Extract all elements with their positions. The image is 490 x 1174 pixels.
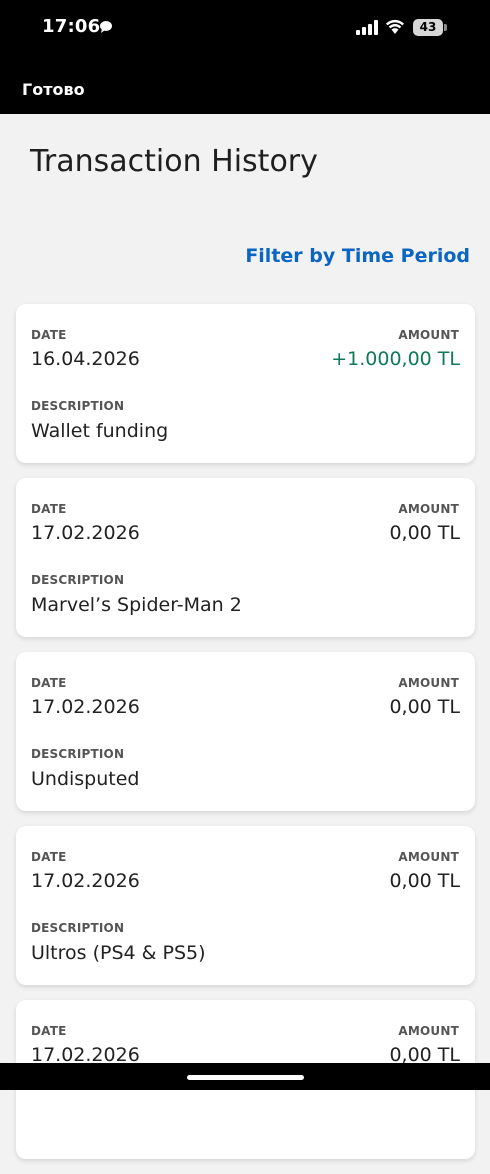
- description-value: Undisputed: [31, 768, 140, 790]
- date-label: DATE: [31, 676, 67, 690]
- description-label: DESCRIPTION: [31, 747, 125, 761]
- date-value: 16.04.2026: [31, 348, 140, 370]
- amount-label: AMOUNT: [398, 676, 459, 690]
- cellular-signal-icon: [356, 20, 378, 35]
- home-indicator[interactable]: [187, 1075, 304, 1080]
- filter-by-time-period-link[interactable]: Filter by Time Period: [245, 245, 470, 267]
- date-label: DATE: [31, 502, 67, 516]
- transaction-list: DATE 16.04.2026 AMOUNT +1.000,00 TL DESC…: [16, 304, 475, 1174]
- amount-label: AMOUNT: [398, 328, 459, 342]
- description-value: Marvel’s Spider-Man 2: [31, 594, 242, 616]
- transaction-card[interactable]: DATE 17.02.2026 AMOUNT 0,00 TL DESCRIPTI…: [16, 478, 475, 637]
- battery-tip: [444, 24, 447, 31]
- date-value: 17.02.2026: [31, 870, 140, 892]
- date-label: DATE: [31, 850, 67, 864]
- description-value: Ultros (PS4 & PS5): [31, 942, 206, 964]
- description-label: DESCRIPTION: [31, 573, 125, 587]
- message-bubble-icon: [100, 21, 112, 33]
- status-time: 17:06: [42, 16, 101, 37]
- amount-value: 0,00 TL: [389, 696, 460, 718]
- amount-label: AMOUNT: [398, 502, 459, 516]
- battery-icon: 43: [413, 19, 443, 36]
- description-label: DESCRIPTION: [31, 921, 125, 935]
- transaction-card[interactable]: DATE 17.02.2026 AMOUNT 0,00 TL DESCRIPTI…: [16, 826, 475, 985]
- transaction-card[interactable]: DATE 17.02.2026 AMOUNT 0,00 TL DESCRIPTI…: [16, 652, 475, 811]
- nav-bar: Готово: [0, 58, 490, 114]
- status-bar: 17:06 43: [0, 0, 490, 58]
- amount-label: AMOUNT: [398, 850, 459, 864]
- amount-value: +1.000,00 TL: [331, 348, 460, 370]
- transaction-card[interactable]: DATE 16.04.2026 AMOUNT +1.000,00 TL DESC…: [16, 304, 475, 463]
- description-label: DESCRIPTION: [31, 399, 125, 413]
- page-title: Transaction History: [30, 144, 318, 179]
- amount-value: 0,00 TL: [389, 522, 460, 544]
- date-value: 17.02.2026: [31, 696, 140, 718]
- home-bar-area: [0, 1063, 490, 1090]
- date-value: 17.02.2026: [31, 522, 140, 544]
- date-label: DATE: [31, 328, 67, 342]
- done-button[interactable]: Готово: [22, 80, 85, 99]
- date-label: DATE: [31, 1024, 67, 1038]
- wifi-icon: [386, 19, 404, 34]
- amount-label: AMOUNT: [398, 1024, 459, 1038]
- amount-value: 0,00 TL: [389, 870, 460, 892]
- description-value: Wallet funding: [31, 420, 169, 442]
